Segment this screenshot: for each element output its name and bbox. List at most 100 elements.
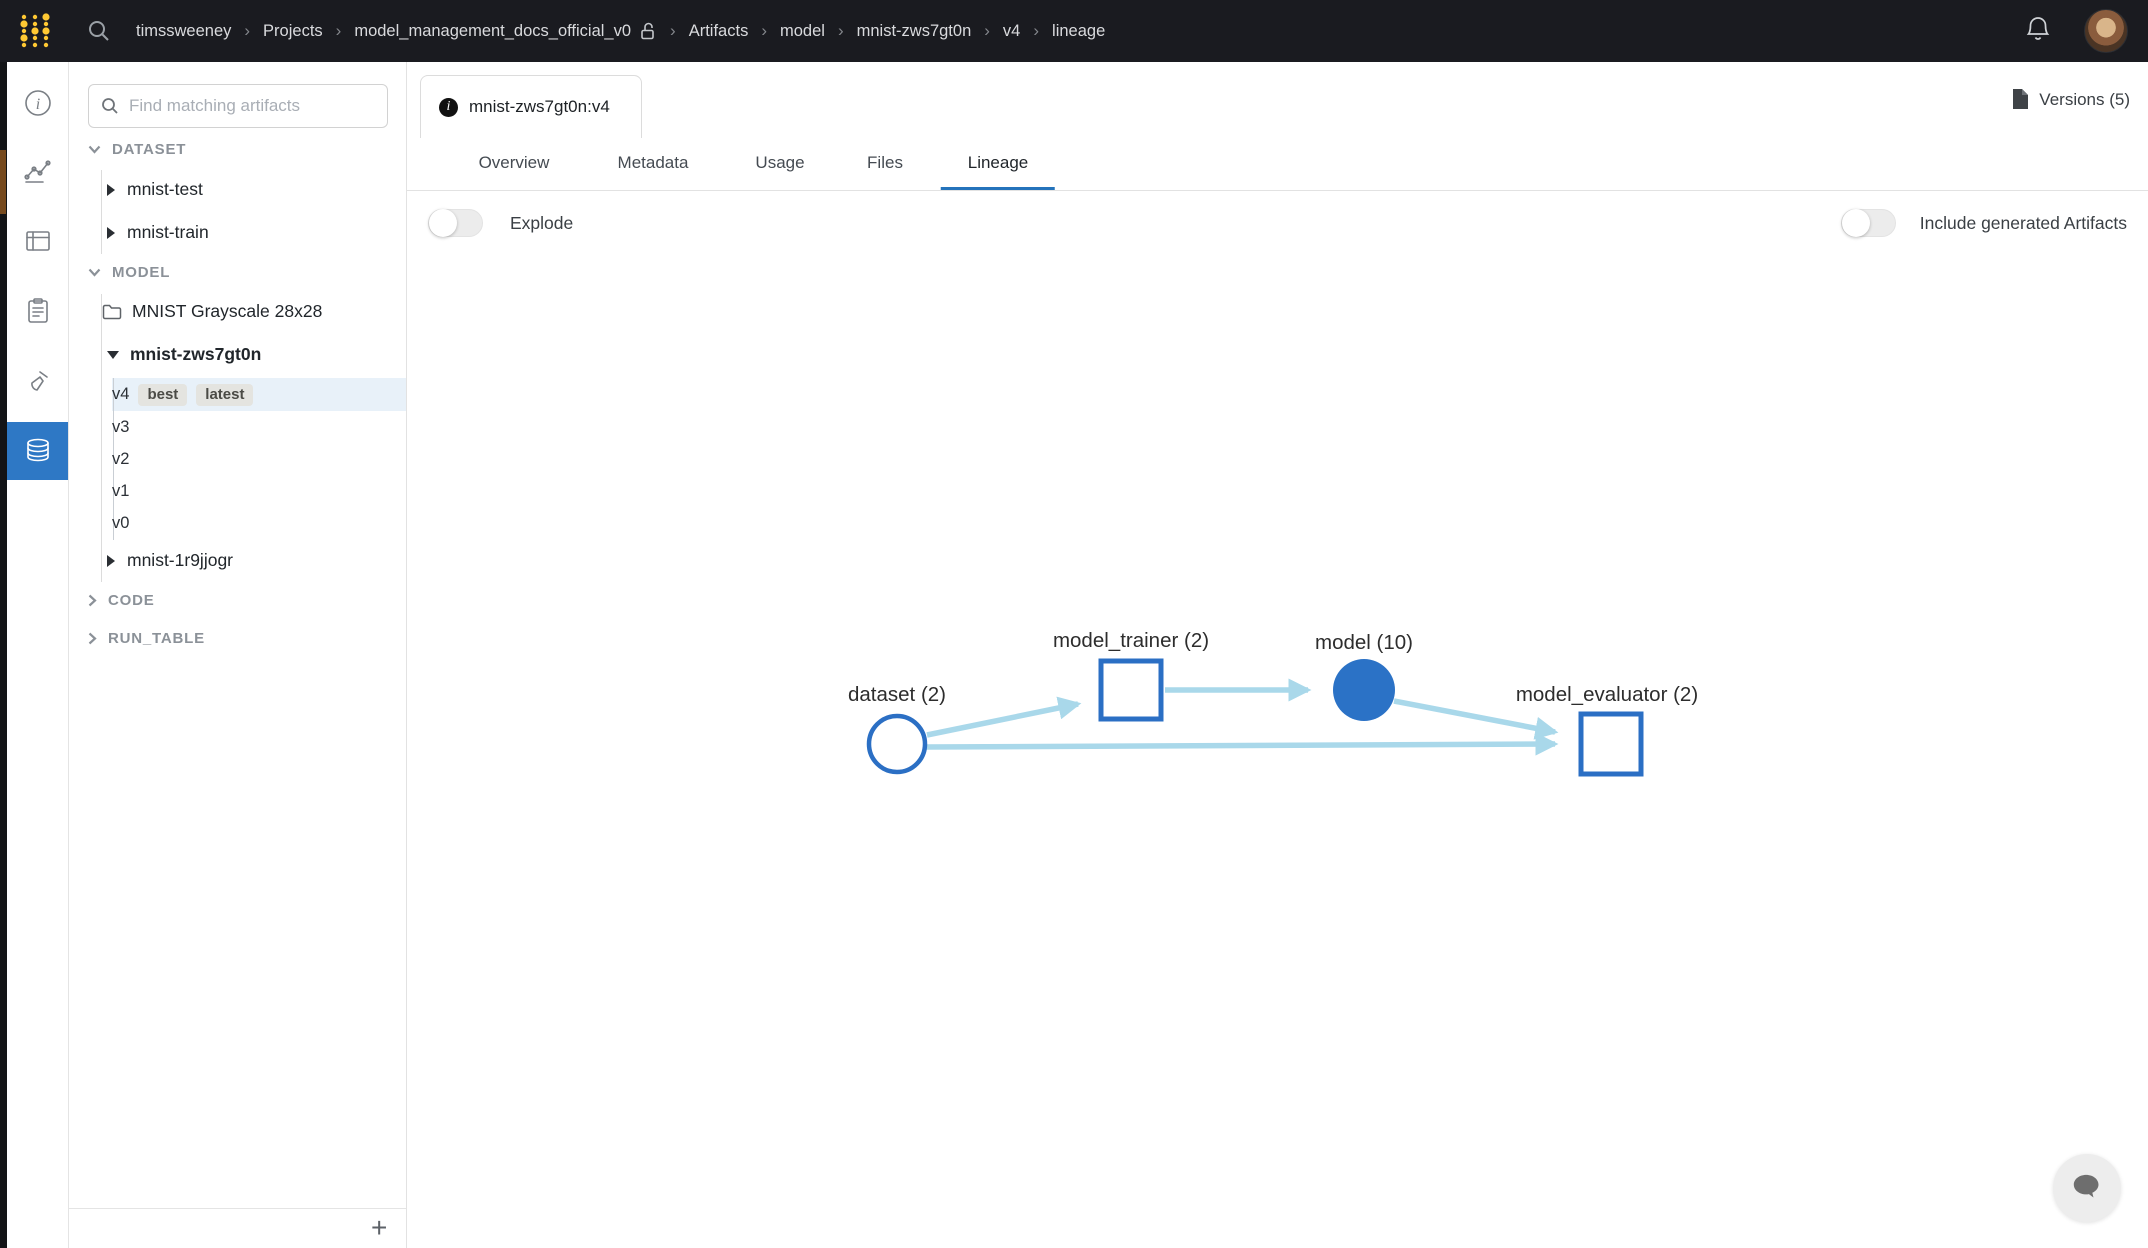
sidebar-item-mnist-grayscale[interactable]: MNIST Grayscale 28x28 [102,301,322,322]
version-label: v3 [112,418,129,437]
artifact-tabs: Overview Metadata Usage Files Lineage [406,136,2148,191]
chevron-down-icon [88,268,101,277]
artifact-version-tab[interactable]: i mnist-zws7gt0n:v4 [420,75,642,138]
caret-right-icon [107,184,115,196]
version-row-v0[interactable]: v0 [112,507,129,540]
tab-files[interactable]: Files [867,136,903,190]
breadcrumb-artifacts[interactable]: Artifacts [689,22,749,41]
node-model[interactable] [1333,659,1395,721]
tree-guide-line [101,170,102,254]
caret-right-icon [107,555,115,567]
table-icon [23,226,53,256]
search-icon[interactable] [86,18,112,44]
version-row-v3[interactable]: v3 [112,411,129,444]
wandb-logo[interactable] [12,8,58,54]
tab-lineage[interactable]: Lineage [968,136,1029,190]
info-icon: i [23,88,53,118]
chevron-right-icon [88,594,97,607]
tree-item-label: mnist-test [127,179,203,200]
top-nav-bar: timssweeney › Projects › model_managemen… [0,0,2148,62]
breadcrumb-lineage[interactable]: lineage [1052,22,1105,41]
edge-dataset-to-evaluator [926,744,1555,747]
version-label: v2 [112,450,129,469]
folder-icon [102,303,122,320]
edge-dataset-to-trainer [927,704,1078,735]
chevron-down-icon [88,145,101,154]
avatar[interactable] [2084,9,2128,53]
rail-item-artifacts[interactable] [7,422,68,480]
search-icon [101,97,119,115]
sidebar-item-mnist-test[interactable]: mnist-test [107,179,203,200]
breadcrumb-user[interactable]: timssweeney [136,22,231,41]
version-label: v0 [112,514,129,533]
breadcrumb-separator: › [336,21,342,41]
clipboard-icon [23,296,53,326]
tab-overview[interactable]: Overview [479,136,550,190]
node-label-model-evaluator: model_evaluator (2) [1516,683,1698,706]
lineage-graph: dataset (2) model_trainer (2) model (10)… [406,190,2148,1248]
node-dataset[interactable] [869,716,925,772]
window-edge-accent [0,150,6,214]
version-label: v1 [112,482,129,501]
section-label: RUN_TABLE [108,630,205,647]
sidebar-item-mnist-1r9jjogr[interactable]: mnist-1r9jjogr [107,550,233,571]
breadcrumb: timssweeney › Projects › model_managemen… [136,21,1105,41]
tree-guide-line [101,294,102,582]
window-edge [0,62,7,1248]
node-label-model-trainer: model_trainer (2) [1053,629,1209,652]
rail-item-charts[interactable] [7,143,68,201]
sidebar-section-code[interactable]: CODE [88,592,155,609]
help-chat-button[interactable] [2053,1154,2121,1222]
database-icon [23,436,53,466]
tab-metadata[interactable]: Metadata [618,136,689,190]
tree-item-label: mnist-train [127,222,209,243]
node-model-trainer[interactable] [1101,661,1161,719]
bell-icon[interactable] [2024,14,2052,49]
breadcrumb-separator: › [838,21,844,41]
add-artifact-button[interactable]: + [371,1212,387,1244]
breadcrumb-separator: › [1033,21,1039,41]
rail-item-sweeps[interactable] [7,353,68,411]
info-icon: i [439,98,458,117]
breadcrumb-artifact-type[interactable]: model [780,22,825,41]
version-row-v1[interactable]: v1 [112,475,129,508]
wandb-logo-dots [15,11,55,51]
version-row-v4[interactable]: v4 best latest [112,378,253,411]
versions-button[interactable]: Versions (5) [2011,88,2130,111]
rail-item-tables[interactable] [7,212,68,270]
sidebar-section-run-table[interactable]: RUN_TABLE [88,630,205,647]
caret-right-icon [107,227,115,239]
tree-item-label: mnist-1r9jjogr [127,550,233,571]
breadcrumb-version[interactable]: v4 [1003,22,1020,41]
caret-down-icon [107,351,119,359]
breadcrumb-project-name[interactable]: model_management_docs_official_v0 [354,22,631,41]
version-label: v4 [112,385,129,404]
versions-button-label: Versions (5) [2039,90,2130,110]
sidebar-section-dataset[interactable]: DATASET [88,141,186,158]
breadcrumb-projects[interactable]: Projects [263,22,323,41]
lock-open-icon [640,22,657,41]
breadcrumb-separator: › [984,21,990,41]
chat-bubble-icon [2070,1172,2104,1204]
node-model-evaluator[interactable] [1581,714,1641,774]
breadcrumb-separator: › [761,21,767,41]
breadcrumb-separator: › [244,21,250,41]
tab-usage[interactable]: Usage [755,136,804,190]
rail-item-reports[interactable] [7,282,68,340]
sidebar-section-model[interactable]: MODEL [88,264,170,281]
artifact-search-box[interactable] [88,84,388,128]
artifact-tab-title: mnist-zws7gt0n:v4 [469,97,610,117]
node-label-dataset: dataset (2) [848,683,946,706]
search-input[interactable] [127,95,375,117]
section-label: DATASET [112,141,186,158]
svg-text:i: i [35,96,39,113]
sidebar-divider [68,1208,406,1209]
version-row-v2[interactable]: v2 [112,443,129,476]
tree-item-label: mnist-zws7gt0n [130,344,261,365]
breadcrumb-separator: › [670,21,676,41]
sidebar-item-mnist-train[interactable]: mnist-train [107,222,209,243]
sidebar-item-mnist-zws7gt0n[interactable]: mnist-zws7gt0n [107,344,261,365]
icon-rail: i [7,62,69,1248]
rail-item-overview[interactable]: i [7,74,68,132]
breadcrumb-artifact-name[interactable]: mnist-zws7gt0n [857,22,972,41]
